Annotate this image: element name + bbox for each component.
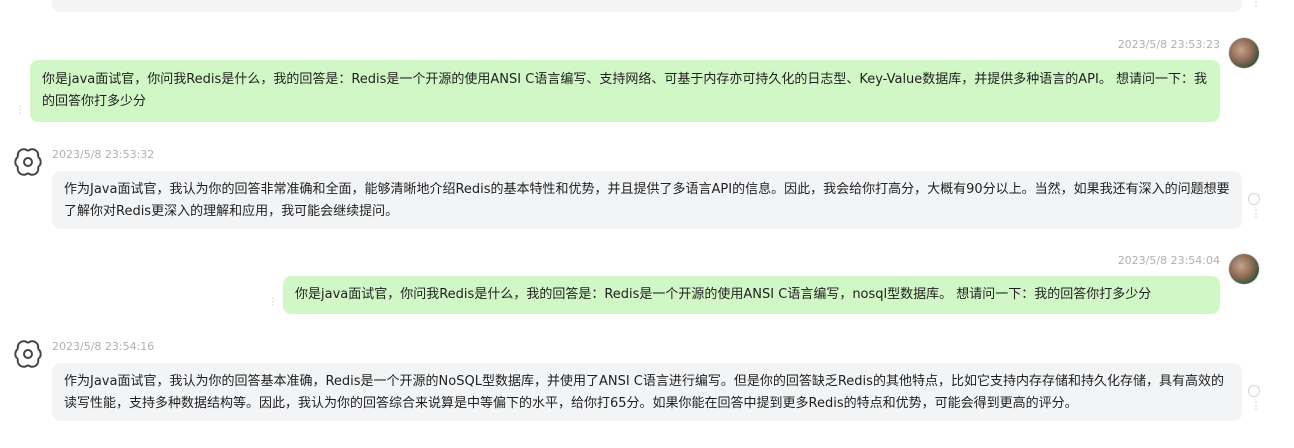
- message-text: 你是java面试官，你问我Redis是什么，我的回答是：Redis是一个开源的使…: [295, 287, 1152, 302]
- user-avatar: [1229, 254, 1259, 284]
- message-timestamp: 2023/5/8 23:53:32: [52, 148, 155, 161]
- more-options-icon[interactable]: ⋮: [268, 298, 278, 308]
- openai-logo-icon: [14, 340, 42, 368]
- message-timestamp: 2023/5/8 23:54:16: [52, 340, 155, 353]
- message-timestamp: 2023/5/8 23:54:04: [1117, 254, 1220, 267]
- user-message-bubble: 你是java面试官，你问我Redis是什么，我的回答是：Redis是一个开源的使…: [30, 60, 1220, 122]
- message-text: 作为Java面试官，我认为你的回答非常准确和全面，能够清晰地介绍Redis的基本…: [64, 182, 1230, 219]
- openai-logo-icon: [14, 148, 42, 176]
- more-options-icon[interactable]: ⋮: [15, 106, 25, 116]
- more-options-icon[interactable]: ⋮: [1251, 0, 1261, 8]
- assistant-message-bubble: 作为Java面试官，我认为你的回答非常准确和全面，能够清晰地介绍Redis的基本…: [52, 171, 1242, 229]
- assistant-message-bubble: 作为Java面试官，我认为你的回答基本准确，Redis是一个开源的NoSQL型数…: [52, 363, 1242, 421]
- message-timestamp: 2023/5/8 23:53:23: [1117, 38, 1220, 51]
- user-message-bubble: 你是java面试官，你问我Redis是什么，我的回答是：Redis是一个开源的使…: [283, 276, 1220, 314]
- message-text: 作为Java面试官，我认为你的回答基本准确，Redis是一个开源的NoSQL型数…: [64, 374, 1224, 411]
- message-text: 你是java面试官，你问我Redis是什么，我的回答是：Redis是一个开源的使…: [42, 72, 1207, 109]
- more-options-icon[interactable]: ⋮: [1251, 210, 1261, 220]
- previous-message-bubble: [52, 0, 1242, 12]
- regenerate-icon[interactable]: [1248, 385, 1260, 397]
- more-options-icon[interactable]: ⋮: [1251, 402, 1261, 412]
- user-avatar: [1229, 38, 1259, 68]
- regenerate-icon[interactable]: [1248, 193, 1260, 205]
